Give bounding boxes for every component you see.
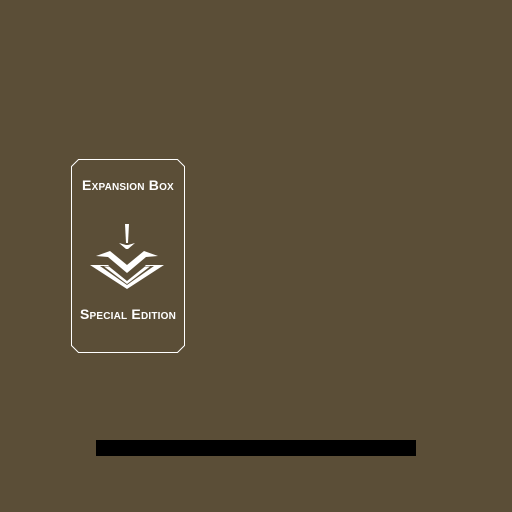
book-emblem-icon — [90, 224, 164, 289]
edition-title: Expansion Box — [82, 177, 174, 193]
loading-screen: Expansion Box Special Edition — [0, 0, 512, 512]
loading-progress-bar — [96, 440, 416, 456]
edition-card: Expansion Box Special Edition — [71, 159, 185, 353]
edition-subtitle: Special Edition — [79, 306, 177, 322]
